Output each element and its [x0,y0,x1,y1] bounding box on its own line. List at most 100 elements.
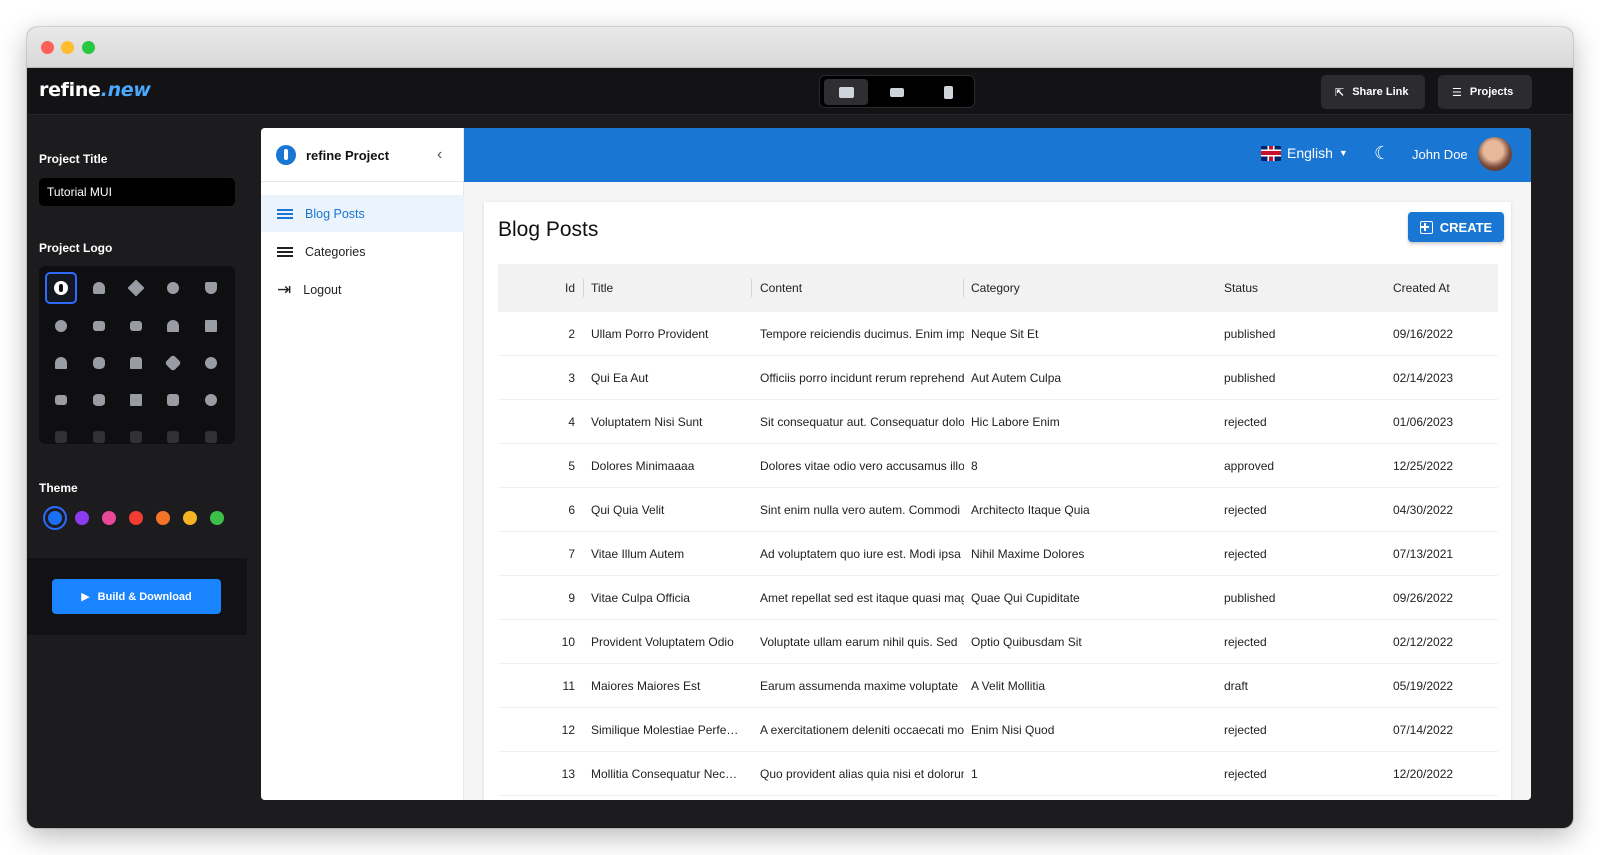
logo-option-briefcase-icon[interactable] [45,384,77,416]
cell-content: Sit consequatur aut. Consequatur dolor [760,414,964,429]
list-icon: ☰ [1452,86,1462,99]
sidebar-item-blog-posts[interactable]: Blog Posts [261,195,464,232]
play-icon: ▶ [81,591,90,603]
logo-option-building-icon[interactable] [120,384,152,416]
logo-option-binoculars-icon[interactable] [83,347,115,379]
cell-title: Maiores Maiores Est [591,678,701,693]
project-logo-icon [276,145,296,165]
theme-color-purple[interactable] [75,511,89,525]
logo-option-cake-icon[interactable] [120,347,152,379]
list-icon [277,208,293,220]
theme-color-orange[interactable] [156,511,170,525]
logo-option-bell-icon[interactable] [45,347,77,379]
cell-title: Qui Quia Velit [591,502,665,517]
table-row[interactable]: 10 Provident Voluptatem Odio Voluptate u… [498,620,1498,664]
sidebar-item-logout[interactable]: ⇥ Logout [261,271,464,308]
cell-category: Quae Qui Cupiditate [971,590,1080,605]
share-link-button[interactable]: ⇱ Share Link [1321,75,1425,109]
tablet-icon [890,87,904,97]
avatar[interactable] [1478,137,1512,171]
cell-id: 4 [568,414,575,429]
tablet-view-button[interactable] [875,79,919,105]
cell-content: Quo provident alias quia nisi et dolorum [760,766,964,781]
logo-option-cube-icon[interactable] [195,347,227,379]
build-download-button[interactable]: ▶ Build & Download [52,579,221,614]
table-row[interactable]: 4 Voluptatem Nisi Sunt Sit consequatur a… [498,400,1498,444]
logo-option-hands-icon[interactable] [157,347,189,379]
theme-color-red[interactable] [129,511,143,525]
cell-created-at: 12/20/2022 [1393,766,1454,781]
column-header-title[interactable]: Title [591,264,741,312]
logo-option-icon[interactable] [45,421,77,444]
cell-status: rejected [1224,634,1267,649]
theme-color-pink[interactable] [102,511,116,525]
column-header-status[interactable]: Status [1224,264,1344,312]
table-row[interactable]: 9 Vitae Culpa Officia Amet repellat sed … [498,576,1498,620]
logo-option-icon[interactable] [83,421,115,444]
projects-button[interactable]: ☰ Projects [1438,75,1532,109]
chevron-left-icon[interactable]: ‹ [437,146,442,164]
cell-title: Similique Molestiae Perfe… [591,722,739,737]
column-header-content[interactable]: Content [760,264,950,312]
cell-title: Provident Voluptatem Odio [591,634,734,649]
close-window-button[interactable] [41,41,54,54]
user-name: John Doe [1412,147,1468,162]
table-row[interactable]: 13 Mollitia Consequatur Nec… Quo provide… [498,752,1498,796]
browser-window: refine.new ⇱ Share Link ☰ Projects Proje… [27,27,1573,828]
logo-option-bank-icon[interactable] [157,310,189,342]
logo-option-trophy-icon[interactable] [195,272,227,304]
column-header-created-at[interactable]: Created At [1393,264,1493,312]
table-row[interactable]: 12 Similique Molestiae Perfe… A exercita… [498,708,1498,752]
maximize-window-button[interactable] [82,41,95,54]
logo-option-chart-icon[interactable] [195,310,227,342]
logo-option-anchor-icon[interactable] [83,272,115,304]
column-header-category[interactable]: Category [971,264,1171,312]
table-row[interactable]: 3 Qui Ea Aut Officiis porro incidunt rer… [498,356,1498,400]
cell-category: Optio Quibusdam Sit [971,634,1082,649]
logo-option-bulb-icon[interactable] [45,310,77,342]
theme-color-blue[interactable] [48,511,62,525]
language-selector[interactable]: English ▼ [1261,145,1348,161]
logo-option-info-icon[interactable] [45,272,77,304]
logo-picker-grid [39,266,235,444]
minimize-window-button[interactable] [61,41,74,54]
project-title-input[interactable]: Tutorial MUI [39,178,235,206]
create-button[interactable]: CREATE [1408,212,1504,242]
project-logo-label: Project Logo [39,241,113,255]
theme-color-yellow[interactable] [183,511,197,525]
caret-down-icon: ▼ [1338,148,1348,158]
logo-option-icon[interactable] [157,421,189,444]
logo-option-cross-icon[interactable] [120,272,152,304]
cell-created-at: 09/26/2022 [1393,590,1454,605]
logo-option-inbox-icon[interactable] [120,310,152,342]
logo-option-icon[interactable] [195,421,227,444]
table-row[interactable]: 6 Qui Quia Velit Sint enim nulla vero au… [498,488,1498,532]
page-title: Blog Posts [498,218,599,241]
cell-id: 6 [568,502,575,517]
cell-status: rejected [1224,722,1267,737]
mobile-view-button[interactable] [926,79,970,105]
logo-option-coins-icon[interactable] [195,384,227,416]
table-row[interactable]: 11 Maiores Maiores Est Earum assumenda m… [498,664,1498,708]
logo-option-magnifier-icon[interactable] [157,272,189,304]
cell-id: 5 [568,458,575,473]
theme-color-green[interactable] [210,511,224,525]
cell-content: Amet repellat sed est itaque quasi magni [760,590,964,605]
cell-id: 3 [568,370,575,385]
sidebar-item-categories[interactable]: Categories [261,233,464,270]
theme-label: Theme [39,481,78,495]
logo-option-card-icon[interactable] [83,310,115,342]
dark-mode-toggle-moon-icon[interactable]: ☾ [1374,143,1390,164]
table-row[interactable]: 5 Dolores Minimaaaa Dolores vitae odio v… [498,444,1498,488]
uk-flag-icon [1261,145,1281,161]
logo-option-box-icon[interactable] [157,384,189,416]
desktop-view-button[interactable] [824,79,868,105]
table-row[interactable]: 7 Vitae Illum Autem Ad voluptatem quo iu… [498,532,1498,576]
column-header-id[interactable]: Id [553,264,575,312]
app-preview: refine Project ‹ Blog Posts Categories ⇥… [261,128,1531,800]
table-row[interactable]: 2 Ullam Porro Provident Tempore reiciend… [498,312,1498,356]
logo-option-cylinder-icon[interactable] [83,384,115,416]
cell-id: 10 [561,634,575,649]
logo-option-icon[interactable] [120,421,152,444]
refine-new-logo[interactable]: refine.new [39,79,151,101]
